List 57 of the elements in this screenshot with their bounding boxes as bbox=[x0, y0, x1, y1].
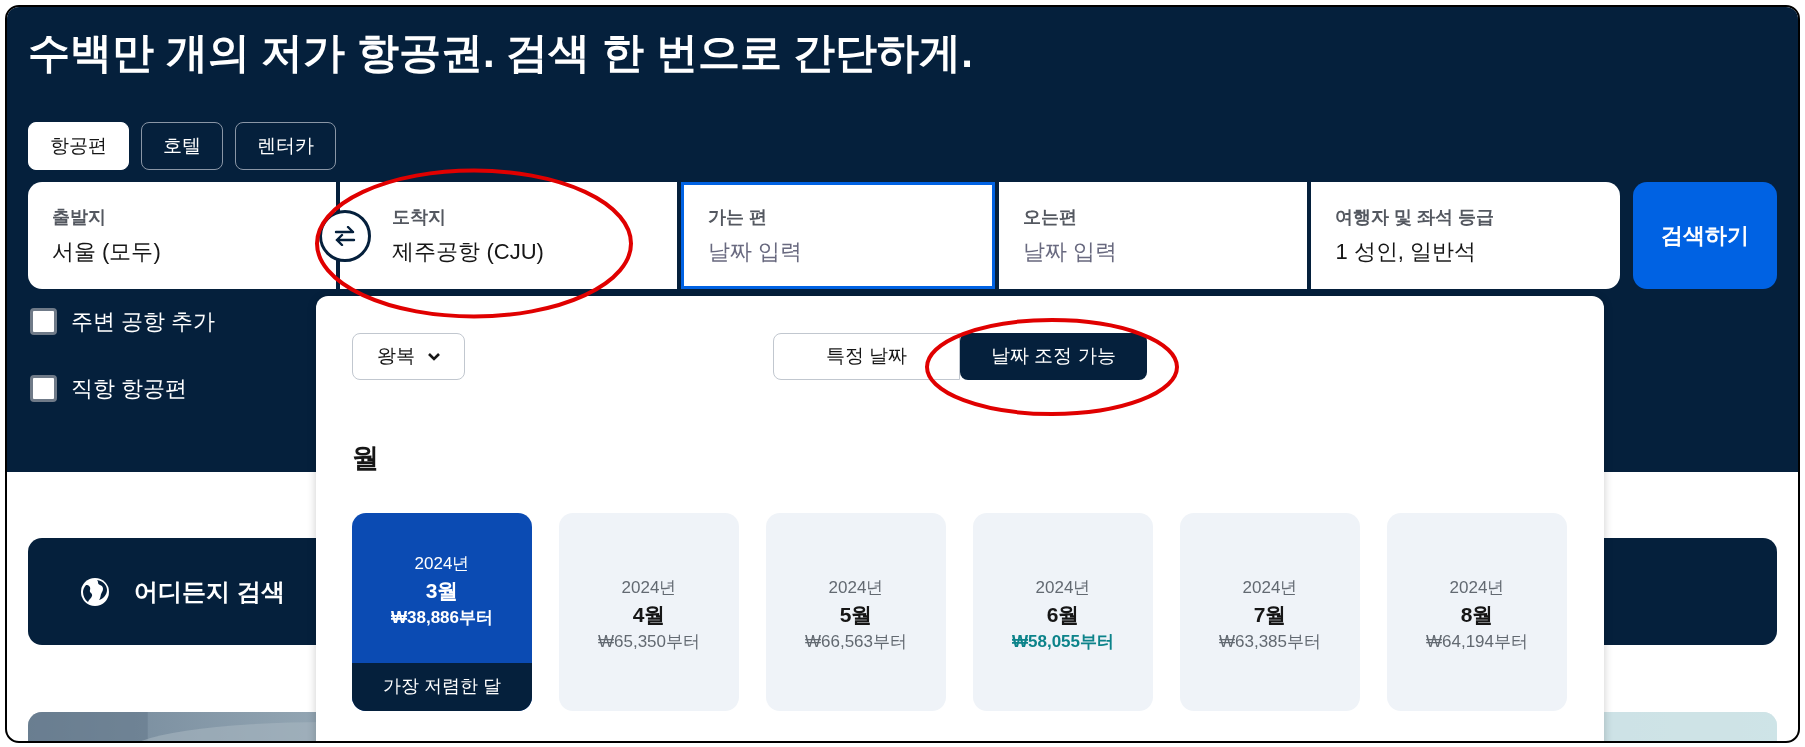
month-year: 2024년 bbox=[1035, 577, 1091, 599]
checkbox[interactable] bbox=[30, 375, 57, 402]
trip-type-dropdown[interactable]: 왕복 bbox=[352, 333, 465, 380]
field-label: 도착지 bbox=[392, 205, 447, 229]
month-year: 2024년 bbox=[621, 577, 677, 599]
search-field[interactable]: 도착지 제주공항 (CJU) bbox=[340, 182, 677, 289]
month-name: 3월 bbox=[425, 577, 459, 604]
page-headline: 수백만 개의 저가 항공권. 검색 한 번으로 간단하게. bbox=[28, 28, 975, 78]
search-field[interactable]: 가는 편 날짜 입력 bbox=[680, 182, 996, 289]
month-year: 2024년 bbox=[1449, 577, 1505, 599]
month-name: 8월 bbox=[1460, 601, 1494, 628]
month-year: 2024년 bbox=[1242, 577, 1298, 599]
field-label: 가는 편 bbox=[707, 205, 767, 229]
field-label: 여행자 및 좌석 등급 bbox=[1335, 205, 1495, 229]
month-year: 2024년 bbox=[414, 553, 470, 575]
date-mode-toggle[interactable]: 특정 날짜 bbox=[773, 333, 960, 380]
tab[interactable]: 항공편 bbox=[28, 122, 129, 170]
field-label: 오는편 bbox=[1023, 205, 1078, 229]
month-name: 5월 bbox=[839, 601, 873, 628]
section-heading: 월 bbox=[352, 442, 379, 475]
field-label: 출발지 bbox=[52, 205, 106, 229]
month-year: 2024년 bbox=[828, 577, 884, 599]
checkbox-label: 주변 공항 추가 bbox=[71, 308, 216, 336]
month-name: 6월 bbox=[1046, 601, 1080, 628]
month-name: 4월 bbox=[632, 601, 666, 628]
month-badge: 가장 저렴한 달 bbox=[352, 662, 532, 711]
swap-icon bbox=[334, 226, 356, 246]
field-placeholder: 날짜 입력 bbox=[707, 237, 802, 266]
search-field[interactable]: 여행자 및 좌석 등급 1 성인, 일반석 bbox=[1311, 182, 1620, 289]
search-field[interactable]: 오는편 날짜 입력 bbox=[999, 182, 1308, 289]
date-mode-toggle[interactable]: 날짜 조정 가능 bbox=[960, 333, 1147, 380]
month-price: ₩66,563부터 bbox=[804, 630, 907, 653]
field-value: 제주공항 (CJU) bbox=[392, 237, 544, 266]
field-value: 서울 (모두) bbox=[52, 237, 161, 266]
month-card[interactable]: 2024년 7월 ₩63,385부터 bbox=[1180, 512, 1360, 711]
field-placeholder: 날짜 입력 bbox=[1023, 237, 1118, 266]
button-label: 어디든지 검색 bbox=[134, 576, 285, 607]
month-price: ₩58,055부터 bbox=[1011, 630, 1114, 653]
tab[interactable]: 렌터카 bbox=[235, 122, 336, 170]
month-price: ₩38,886부터 bbox=[390, 606, 493, 629]
month-price: ₩63,385부터 bbox=[1218, 630, 1321, 653]
tab[interactable]: 호텔 bbox=[141, 122, 223, 170]
search-button[interactable]: 검색하기 bbox=[1632, 182, 1777, 289]
globe-icon bbox=[80, 576, 110, 607]
month-price: ₩64,194부터 bbox=[1425, 630, 1528, 653]
month-card[interactable]: 2024년 3월 ₩38,886부터 가장 저렴한 달 bbox=[352, 512, 532, 711]
field-value: 1 성인, 일반석 bbox=[1335, 237, 1476, 266]
month-card[interactable]: 2024년 4월 ₩65,350부터 bbox=[559, 512, 739, 711]
month-card[interactable]: 2024년 6월 ₩58,055부터 bbox=[973, 512, 1153, 711]
checkbox-label: 직항 항공편 bbox=[71, 375, 188, 403]
month-name: 7월 bbox=[1253, 601, 1287, 628]
chevron-down-icon bbox=[426, 351, 441, 362]
month-card[interactable]: 2024년 5월 ₩66,563부터 bbox=[766, 512, 946, 711]
month-card[interactable]: 2024년 8월 ₩64,194부터 bbox=[1387, 512, 1567, 711]
search-field[interactable]: 출발지 서울 (모두) bbox=[28, 182, 337, 289]
checkbox[interactable] bbox=[30, 308, 57, 335]
month-price: ₩65,350부터 bbox=[597, 630, 700, 653]
